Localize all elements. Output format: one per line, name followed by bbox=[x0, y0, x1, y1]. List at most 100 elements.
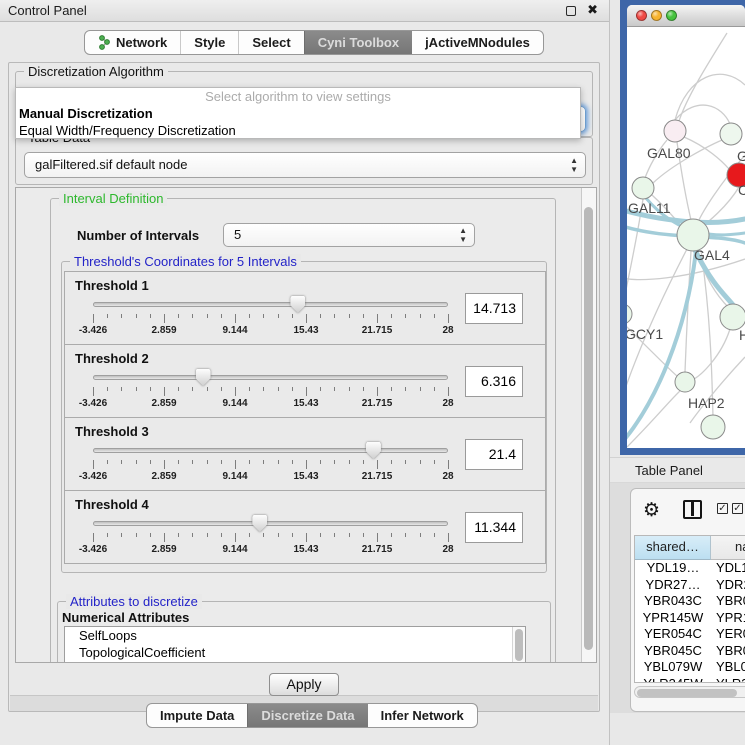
table-row[interactable]: YDR27…YDR27 bbox=[635, 577, 745, 594]
close-icon[interactable]: ✖ bbox=[587, 2, 598, 18]
attribute-list-item[interactable]: SelfLoops bbox=[65, 627, 525, 644]
table-data-combobox[interactable]: galFiltered.sif default node ▲▼ bbox=[24, 152, 586, 178]
attributes-list-scrollbar[interactable] bbox=[512, 627, 525, 663]
attributes-scrollbar-thumb[interactable] bbox=[515, 629, 523, 661]
network-node[interactable] bbox=[675, 372, 695, 392]
table-toolbar: ⚙ ✓ ✓ bbox=[631, 489, 745, 533]
network-node[interactable] bbox=[627, 304, 632, 324]
cell-name[interactable]: YDL19 bbox=[711, 560, 745, 577]
tab-jactivemnodules[interactable]: jActiveMNodules bbox=[412, 31, 543, 54]
slider-track[interactable] bbox=[93, 375, 448, 380]
tab-select[interactable]: Select bbox=[238, 31, 303, 54]
close-traffic-light-icon[interactable] bbox=[636, 10, 647, 21]
column-header-name[interactable]: na bbox=[711, 536, 745, 560]
scale-tick-label: 21.715 bbox=[362, 398, 393, 409]
tab-cyni-toolbox[interactable]: Cyni Toolbox bbox=[304, 31, 412, 54]
attribute-list-item[interactable]: TopologicalCoefficient bbox=[65, 644, 525, 661]
tab-network[interactable]: Network bbox=[85, 31, 180, 54]
network-node[interactable] bbox=[720, 123, 742, 145]
cell-name[interactable]: YER054C bbox=[711, 626, 745, 643]
algorithm-group-title: Discretization Algorithm bbox=[24, 64, 168, 79]
apply-button[interactable]: Apply bbox=[269, 673, 339, 696]
cell-name[interactable]: YLR345W bbox=[711, 676, 745, 684]
combo-stepper-icon: ▲▼ bbox=[570, 156, 578, 174]
table-panel-box: ⚙ ✓ ✓ shared… na YDL19…YDL19YDR27…YDR27Y… bbox=[630, 488, 745, 712]
scale-tick-label: 21.715 bbox=[362, 325, 393, 336]
slider-scale-labels: -3.4262.8599.14415.4321.71528 bbox=[93, 544, 448, 557]
cell-name[interactable]: YDR27 bbox=[711, 577, 745, 594]
network-node[interactable] bbox=[664, 120, 686, 142]
cell-name[interactable]: YBR043C bbox=[711, 593, 745, 610]
dropdown-item[interactable]: Manual Discretization bbox=[16, 105, 580, 122]
network-node[interactable] bbox=[701, 415, 725, 439]
network-window-titlebar bbox=[627, 5, 745, 27]
float-window-icon[interactable] bbox=[566, 6, 576, 16]
threshold-value-field[interactable]: 11.344 bbox=[465, 512, 523, 543]
dropdown-item[interactable]: Equal Width/Frequency Discretization bbox=[16, 122, 580, 139]
threshold-row: Threshold 2-3.4262.8599.14415.4321.71528… bbox=[64, 344, 546, 418]
split-columns-icon[interactable] bbox=[683, 500, 702, 519]
tab-label: Impute Data bbox=[160, 708, 234, 723]
network-node-label: H bbox=[739, 327, 745, 343]
cell-shared-name[interactable]: YBR045C bbox=[635, 643, 711, 660]
cell-shared-name[interactable]: YDL19… bbox=[635, 560, 711, 577]
num-intervals-combobox[interactable]: 5 ▲▼ bbox=[223, 223, 475, 247]
network-canvas[interactable]: GAL80GCGAL11GAL4GCY1HHAP2 bbox=[627, 27, 745, 448]
network-node-label: G bbox=[737, 148, 745, 164]
table-panel-title: Table Panel bbox=[635, 463, 703, 478]
table-row[interactable]: YBR045CYBR045C bbox=[635, 643, 745, 660]
threshold-value-field[interactable]: 14.713 bbox=[465, 293, 523, 324]
numerical-attributes-label: Numerical Attributes bbox=[62, 610, 189, 625]
zoom-traffic-light-icon[interactable] bbox=[666, 10, 677, 21]
slider-track[interactable] bbox=[93, 521, 448, 526]
thresholds-group-title: Threshold's Coordinates for 5 Intervals bbox=[70, 254, 301, 269]
scale-tick-label: 15.43 bbox=[293, 471, 318, 482]
table-row[interactable]: YLR345WYLR345W bbox=[635, 676, 745, 684]
threshold-value-field[interactable]: 6.316 bbox=[465, 366, 523, 397]
node-attribute-table[interactable]: shared… na YDL19…YDL19YDR27…YDR27YBR043C… bbox=[634, 535, 745, 683]
table-row[interactable]: YER054CYER054C bbox=[635, 626, 745, 643]
slider-thumb[interactable] bbox=[366, 442, 381, 459]
table-row[interactable]: YBL079WYBL079W bbox=[635, 659, 745, 676]
slider-thumb[interactable] bbox=[196, 369, 211, 386]
dropdown-placeholder-item[interactable]: Select algorithm to view settings bbox=[16, 88, 580, 105]
checkbox-icon[interactable]: ✓ bbox=[717, 503, 728, 514]
network-node[interactable] bbox=[632, 177, 654, 199]
tab-style[interactable]: Style bbox=[180, 31, 238, 54]
slider-track[interactable] bbox=[93, 448, 448, 453]
table-hscrollbar-thumb[interactable] bbox=[637, 689, 737, 697]
checkbox-icon[interactable]: ✓ bbox=[732, 503, 743, 514]
network-node-label: GAL4 bbox=[694, 247, 730, 263]
table-horizontal-scrollbar[interactable] bbox=[634, 686, 745, 698]
slider-track[interactable] bbox=[93, 302, 448, 307]
numerical-attributes-list[interactable]: SelfLoopsTopologicalCoefficientBetweenne… bbox=[64, 626, 526, 663]
control-panel: Control Panel ✖ NetworkStyleSelectCyni T… bbox=[0, 0, 610, 745]
table-row[interactable]: YBR043CYBR043C bbox=[635, 593, 745, 610]
tab-discretize-data[interactable]: Discretize Data bbox=[247, 704, 367, 727]
slider-thumb[interactable] bbox=[290, 296, 305, 313]
settings-scrollbar-thumb[interactable] bbox=[584, 207, 593, 650]
tab-infer-network[interactable]: Infer Network bbox=[368, 704, 477, 727]
settings-scrollbar[interactable] bbox=[581, 188, 596, 662]
cell-shared-name[interactable]: YPR145W bbox=[635, 610, 711, 627]
tab-impute-data[interactable]: Impute Data bbox=[147, 704, 247, 727]
cell-name[interactable]: YBR045C bbox=[711, 643, 745, 660]
cell-name[interactable]: YPR145W bbox=[711, 610, 745, 627]
cell-name[interactable]: YBL079W bbox=[711, 659, 745, 676]
column-header-shared-name[interactable]: shared… bbox=[635, 536, 711, 560]
table-row[interactable]: YPR145WYPR145W bbox=[635, 610, 745, 627]
gear-icon[interactable]: ⚙ bbox=[643, 499, 660, 522]
cell-shared-name[interactable]: YDR27… bbox=[635, 577, 711, 594]
table-row[interactable]: YDL19…YDL19 bbox=[635, 560, 745, 577]
minimize-traffic-light-icon[interactable] bbox=[651, 10, 662, 21]
cell-shared-name[interactable]: YER054C bbox=[635, 626, 711, 643]
attribute-list-item[interactable]: BetweennessCentrality bbox=[65, 661, 525, 663]
cell-shared-name[interactable]: YLR345W bbox=[635, 676, 711, 684]
table-header-row: shared… na bbox=[635, 536, 745, 560]
network-view-window: GAL80GCGAL11GAL4GCY1HHAP2 bbox=[627, 5, 745, 448]
slider-scale-labels: -3.4262.8599.14415.4321.71528 bbox=[93, 325, 448, 338]
threshold-value-field[interactable]: 21.4 bbox=[465, 439, 523, 470]
cell-shared-name[interactable]: YBR043C bbox=[635, 593, 711, 610]
cell-shared-name[interactable]: YBL079W bbox=[635, 659, 711, 676]
slider-thumb[interactable] bbox=[252, 515, 267, 532]
